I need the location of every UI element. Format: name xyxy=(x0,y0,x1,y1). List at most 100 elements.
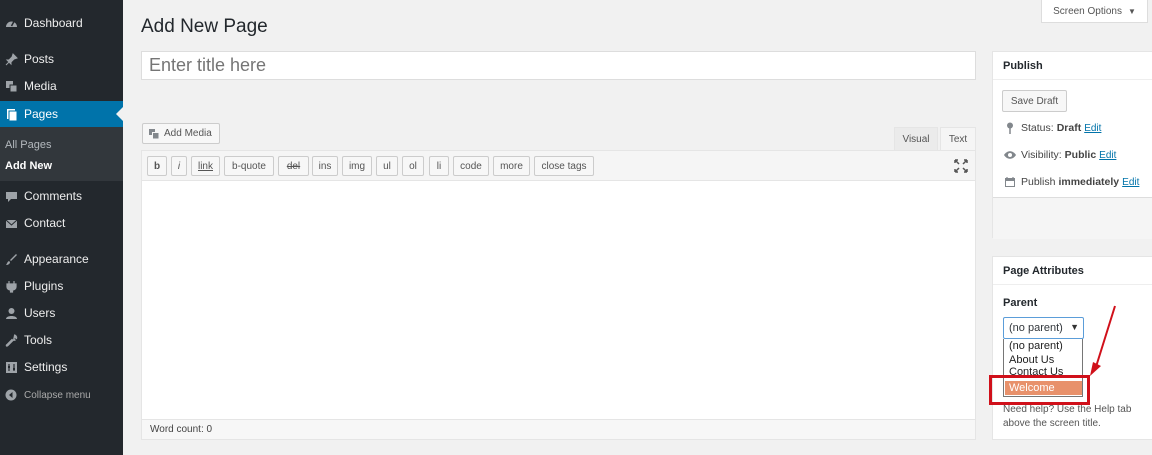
visibility-row: Visibility: Public Edit xyxy=(1003,149,1116,161)
page-title: Add New Page xyxy=(141,16,268,37)
edit-status-link[interactable]: Edit xyxy=(1084,123,1101,134)
collapse-menu-button[interactable]: Collapse menu xyxy=(0,382,123,408)
pin-icon xyxy=(1003,122,1017,134)
qt-del-button[interactable]: del xyxy=(278,156,309,176)
menu-label: Settings xyxy=(24,360,68,374)
menu-label: Plugins xyxy=(24,279,64,293)
screen-options-label: Screen Options xyxy=(1053,5,1122,17)
menu-users[interactable]: Users xyxy=(0,300,123,326)
media-icon xyxy=(4,79,18,93)
qt-link-button[interactable]: link xyxy=(191,156,220,176)
publish-actions xyxy=(993,197,1152,239)
save-draft-button[interactable]: Save Draft xyxy=(1002,90,1067,112)
publish-box: Publish Save Draft Status: Draft Edit Vi… xyxy=(992,51,1152,239)
submenu-add-new[interactable]: Add New xyxy=(5,160,52,172)
menu-comments[interactable]: Comments xyxy=(0,183,123,209)
qt-more-button[interactable]: more xyxy=(493,156,530,176)
status-value: Draft xyxy=(1056,122,1082,134)
publish-label: Publish xyxy=(1021,176,1056,188)
menu-appearance[interactable]: Appearance xyxy=(0,246,123,272)
add-media-button[interactable]: Add Media xyxy=(142,123,220,144)
plug-icon xyxy=(4,279,18,293)
page-attributes-box: Page Attributes Parent (no parent) ▼ (no… xyxy=(992,256,1152,440)
publish-value: immediately xyxy=(1058,176,1120,188)
menu-label: Posts xyxy=(24,52,55,66)
visibility-label: Visibility: xyxy=(1021,149,1062,161)
parent-select[interactable]: (no parent) ▼ xyxy=(1003,317,1084,339)
qt-italic-button[interactable]: i xyxy=(171,156,187,176)
settings-icon xyxy=(4,360,18,374)
menu-label: Comments xyxy=(24,189,83,203)
pages-icon xyxy=(4,107,18,121)
triangle-down-icon: ▼ xyxy=(1128,6,1136,16)
editor-status-bar: Word count: 0 xyxy=(142,419,975,439)
tab-visual[interactable]: Visual xyxy=(894,127,938,150)
menu-label: Contact xyxy=(24,216,66,230)
parent-option[interactable]: (no parent) xyxy=(1005,339,1082,353)
qt-li-button[interactable]: li xyxy=(429,156,449,176)
menu-media[interactable]: Media xyxy=(0,73,123,99)
status-row: Status: Draft Edit xyxy=(1003,122,1101,134)
menu-label: Pages xyxy=(24,107,59,121)
submenu-all-pages[interactable]: All Pages xyxy=(5,139,51,151)
qt-ul-button[interactable]: ul xyxy=(376,156,398,176)
menu-label: Tools xyxy=(24,333,53,347)
wrench-icon xyxy=(4,333,18,347)
qt-bold-button[interactable]: b xyxy=(147,156,167,176)
parent-option[interactable]: About Us xyxy=(1005,353,1082,367)
visibility-value: Public xyxy=(1064,149,1097,161)
collapse-label: Collapse menu xyxy=(24,389,91,401)
menu-label: Users xyxy=(24,306,56,320)
annotation-highlight-box xyxy=(989,375,1090,405)
editor: b i link b-quote del ins img ul ol li co… xyxy=(141,150,976,440)
screen-options-button[interactable]: Screen Options ▼ xyxy=(1041,0,1148,23)
qt-ol-button[interactable]: ol xyxy=(402,156,424,176)
page-attributes-title: Page Attributes xyxy=(993,257,1152,285)
menu-dashboard[interactable]: Dashboard xyxy=(0,10,123,36)
brush-icon xyxy=(4,252,18,266)
help-text: Need help? Use the Help tab above the sc… xyxy=(1003,404,1132,429)
menu-label: Dashboard xyxy=(24,16,83,30)
tab-label: Visual xyxy=(902,133,930,145)
tab-label: Text xyxy=(948,133,968,145)
envelope-icon xyxy=(4,216,18,230)
menu-plugins[interactable]: Plugins xyxy=(0,273,123,299)
tab-text[interactable]: Text xyxy=(940,127,976,150)
qt-close-tags-button[interactable]: close tags xyxy=(534,156,594,176)
edit-visibility-link[interactable]: Edit xyxy=(1099,150,1116,161)
word-count: Word count: 0 xyxy=(150,424,213,435)
menu-label: Appearance xyxy=(24,252,89,266)
comment-icon xyxy=(4,189,18,203)
title-input[interactable] xyxy=(141,51,976,80)
qt-ins-button[interactable]: ins xyxy=(312,156,338,176)
menu-label: Media xyxy=(24,79,57,93)
qt-code-button[interactable]: code xyxy=(453,156,489,176)
menu-settings[interactable]: Settings xyxy=(0,354,123,380)
content-textarea[interactable] xyxy=(142,182,975,420)
pages-submenu: All Pages Add New xyxy=(0,127,123,181)
calendar-icon xyxy=(1003,176,1017,188)
triangle-down-icon: ▼ xyxy=(1070,322,1079,332)
qt-bquote-button[interactable]: b-quote xyxy=(224,156,274,176)
edit-publish-date-link[interactable]: Edit xyxy=(1122,177,1139,188)
admin-sidebar: Dashboard Posts Media Pages All Pages Ad… xyxy=(0,0,123,455)
pin-icon xyxy=(4,52,18,66)
eye-icon xyxy=(1003,150,1017,160)
publish-date-row: Publish immediately Edit xyxy=(1003,176,1139,188)
menu-contact[interactable]: Contact xyxy=(0,210,123,236)
menu-pages[interactable]: Pages xyxy=(0,101,123,127)
annotation-arrow-icon xyxy=(1090,305,1116,376)
add-media-label: Add Media xyxy=(164,128,212,139)
menu-posts[interactable]: Posts xyxy=(0,46,123,72)
media-icon xyxy=(148,128,160,140)
parent-select-value: (no parent) xyxy=(1009,322,1063,334)
status-label: Status: xyxy=(1021,122,1054,134)
qt-img-button[interactable]: img xyxy=(342,156,372,176)
publish-box-title: Publish xyxy=(993,52,1152,80)
menu-tools[interactable]: Tools xyxy=(0,327,123,353)
parent-label: Parent xyxy=(1003,297,1038,309)
quicktags-toolbar: b i link b-quote del ins img ul ol li co… xyxy=(142,151,975,181)
fullscreen-icon[interactable] xyxy=(954,159,968,173)
dashboard-icon xyxy=(4,16,18,30)
user-icon xyxy=(4,306,18,320)
